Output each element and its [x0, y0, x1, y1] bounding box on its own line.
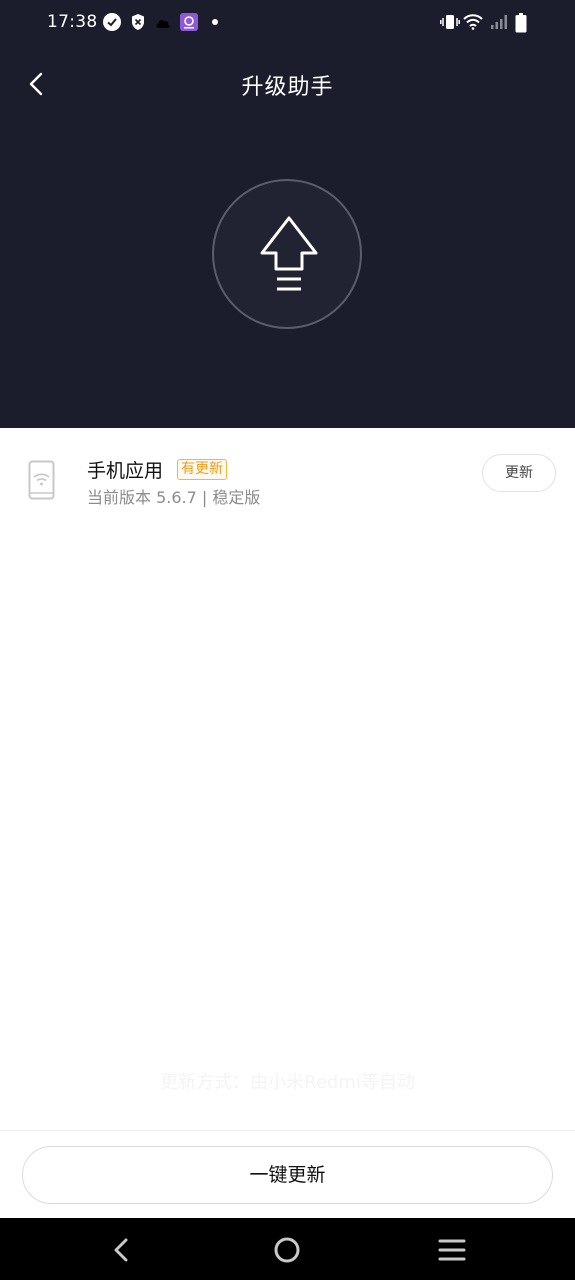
screen: 17:38 升级助手 手机应用 有更新 当前版本 5.6.7 | 稳定版 更新 … — [0, 0, 575, 1280]
status-bar: 17:38 — [0, 0, 575, 48]
check-circle-icon — [103, 13, 121, 31]
app-version: 当前版本 5.6.7 | 稳定版 — [87, 488, 261, 507]
battery-icon — [515, 13, 527, 33]
upgrade-arrow-icon — [260, 216, 318, 291]
update-available-badge: 有更新 — [177, 459, 227, 480]
footer-hint: 更新方式：由小米Redmi等自动 — [160, 1072, 415, 1093]
phone-wifi-icon — [28, 460, 55, 500]
upgrade-hero — [212, 179, 362, 329]
bottom-panel: 一键更新 — [0, 1130, 575, 1218]
wifi-icon — [463, 14, 483, 30]
dot-icon — [212, 19, 218, 25]
cloud-icon — [155, 17, 171, 29]
back-nav-icon — [114, 1238, 128, 1262]
home-nav-button[interactable] — [271, 1234, 303, 1266]
shield-icon — [131, 13, 145, 31]
system-nav-bar — [0, 1218, 575, 1280]
app-notification-icon — [180, 13, 198, 31]
update-button[interactable]: 更新 — [482, 454, 556, 492]
menu-nav-icon — [438, 1239, 466, 1261]
title-bar: 升级助手 — [0, 56, 575, 112]
back-nav-button[interactable] — [106, 1234, 138, 1266]
menu-nav-button[interactable] — [436, 1234, 468, 1266]
signal-icon — [490, 14, 508, 30]
page-title: 升级助手 — [241, 75, 334, 100]
home-nav-icon — [274, 1237, 300, 1263]
app-update-item: 手机应用 有更新 当前版本 5.6.7 | 稳定版 更新 — [0, 428, 575, 520]
one-key-update-button[interactable]: 一键更新 — [22, 1146, 553, 1204]
status-time: 17:38 — [47, 12, 98, 32]
header-area: 17:38 升级助手 — [0, 0, 575, 428]
app-name: 手机应用 — [87, 460, 164, 482]
vibrate-icon — [440, 14, 460, 30]
